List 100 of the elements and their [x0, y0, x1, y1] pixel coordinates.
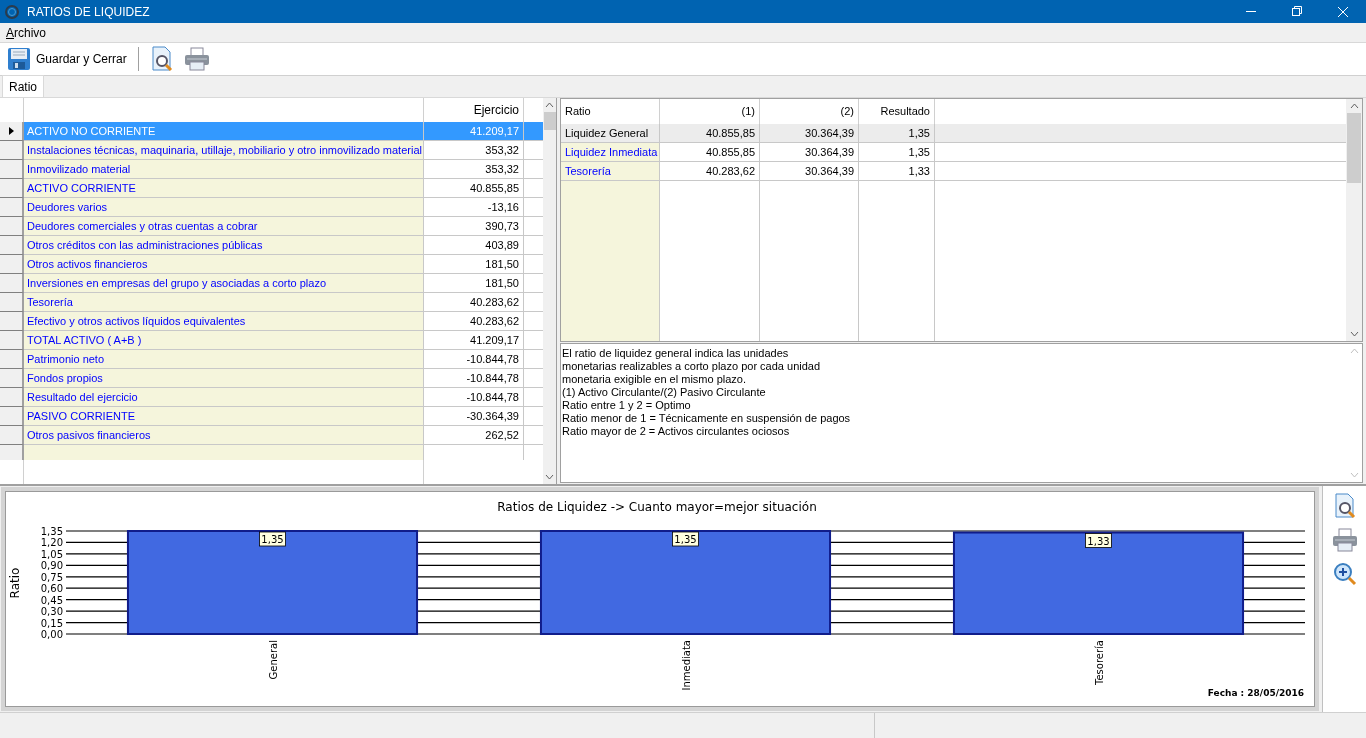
table-row[interactable]: Tesorería 40.283,62 30.364,39 1,33 [561, 162, 1346, 181]
table-cell: 390,73 [424, 217, 524, 236]
description-line: El ratio de liquidez general indica las unidades [562, 347, 790, 360]
tick-label: 1,20 [40, 537, 63, 549]
table-cell-text: Liquidez Inmediata [565, 144, 658, 160]
tick-label: 0,60 [40, 583, 63, 595]
table-cell-text: 40.283,62 [706, 163, 755, 179]
table-cell-text: Liquidez General [565, 125, 649, 141]
table-cell-text: 30.364,39 [805, 125, 854, 141]
description-line: (1) Activo Circulante/(2) Pasivo Circulante [562, 386, 767, 399]
table-cell: ACTIVO CORRIENTE [24, 179, 424, 198]
column-header: Ratio [565, 104, 591, 120]
table-cell: -13,16 [424, 198, 524, 217]
chart-title: Ratios de Liquidez -> Cuanto mayor=mejor situación [497, 500, 817, 514]
table-cell: Inmovilizado material [24, 160, 424, 179]
tick-label: 0,90 [40, 560, 63, 572]
data-label: 1,35 [259, 531, 286, 547]
scrollbar-thumb[interactable] [543, 112, 556, 130]
description-line: monetaria exigible en el mismo plazo. [562, 373, 748, 386]
data-label: 1,35 [672, 531, 699, 547]
table-cell: Efectivo y otros activos líquidos equivalentes [24, 312, 424, 331]
table-cell: 181,50 [424, 255, 524, 274]
app-icon [5, 4, 19, 19]
y-axis-label: Ratio [8, 567, 22, 599]
scrollbar-thumb[interactable] [1347, 113, 1361, 183]
table-cell: 41.209,17 [424, 122, 524, 141]
table-cell: Inversiones en empresas del grupo y asociadas a corto plazo [24, 274, 424, 293]
document-magnifier-icon [1332, 493, 1357, 519]
table-cell: 181,50 [424, 274, 524, 293]
table-cell: Patrimonio neto [24, 350, 424, 369]
column-header: Ejercicio [473, 102, 519, 119]
table-cell: PASIVO CORRIENTE [24, 407, 424, 426]
table-cell: Deudores comerciales y otras cuentas a cobrar [24, 217, 424, 236]
table-cell: 353,32 [424, 141, 524, 160]
tick-label: 0,15 [40, 617, 63, 629]
table-cell: -10.844,78 [424, 388, 524, 407]
category-label: Tesorería [1093, 640, 1105, 685]
data-label: 1,33 [1085, 533, 1112, 548]
table-cell: -10.844,78 [424, 350, 524, 369]
printer-icon [183, 47, 210, 71]
menu-item[interactable]: Archivo [0, 23, 53, 42]
table-cell-text: 1,33 [908, 163, 930, 179]
chart-date: Fecha : 28/05/2016 [1207, 688, 1304, 698]
table-cell: 40.283,62 [424, 293, 524, 312]
table-cell: 403,89 [424, 236, 524, 255]
table-cell: 40.283,62 [424, 312, 524, 331]
table-row[interactable]: Liquidez General 40.855,85 30.364,39 1,35 [561, 124, 1346, 143]
column-header: Resultado [880, 104, 930, 120]
table-cell-text: 40.855,85 [706, 125, 755, 141]
column-header: (2) [840, 104, 854, 120]
table-cell: Resultado del ejercicio [24, 388, 424, 407]
description-line: Ratio entre 1 y 2 = Optimo [562, 399, 692, 412]
row-header[interactable] [0, 122, 24, 141]
tick-label: 0,30 [40, 606, 63, 618]
description-line: Ratio menor de 1 = Técnicamente en suspensión de pagos [562, 412, 852, 425]
table-cell: Instalaciones técnicas, maquinaria, utillaje, mobiliario y otro inmovilizado material [24, 141, 424, 160]
table-cell: Deudores varios [24, 198, 424, 217]
table-cell [524, 122, 543, 141]
table-cell: -30.364,39 [424, 407, 524, 426]
table-row[interactable]: Liquidez Inmediata 40.855,85 30.364,39 1,35 [561, 143, 1346, 162]
table-cell: 40.855,85 [424, 179, 524, 198]
table-cell: Otros activos financieros [24, 255, 424, 274]
row-pointer-icon [8, 127, 14, 135]
description-line: monetarias realizables a corto plazo por cada unidad [562, 360, 822, 373]
table-cell: TOTAL ACTIVO ( A+B ) [24, 331, 424, 350]
table-cell: Fondos propios [24, 369, 424, 388]
description-line: Ratio mayor de 2 = Activos circulantes ociosos [562, 425, 791, 438]
document-magnifier-icon [149, 46, 174, 72]
table-cell: ACTIVO NO CORRIENTE [24, 122, 424, 141]
category-label: Inmediata [680, 640, 692, 691]
tick-label: 0,45 [40, 594, 63, 606]
table-cell: Otros créditos con las administraciones públicas [24, 236, 424, 255]
description-text-area[interactable] [560, 343, 1363, 483]
table-cell: Tesorería [24, 293, 424, 312]
save-close-button[interactable]: Guardar y Cerrar [6, 45, 128, 73]
table-cell: Otros pasivos financieros [24, 426, 424, 445]
print-button[interactable] [1330, 526, 1359, 554]
table-cell: 353,32 [424, 160, 524, 179]
table-cell: 41.209,17 [424, 331, 524, 350]
column-header: (1) [741, 104, 755, 120]
scrollbar[interactable] [543, 98, 556, 484]
tick-label: 1,35 [40, 526, 63, 537]
table-cell: -10.844,78 [424, 369, 524, 388]
printer-icon [1331, 528, 1358, 552]
zoom-in-icon [1332, 562, 1357, 586]
scrollbar[interactable] [1346, 99, 1362, 341]
tab[interactable]: Ratio [2, 75, 44, 97]
table-cell-text: 30.364,39 [805, 163, 854, 179]
table-cell-text: 30.364,39 [805, 144, 854, 160]
print-button[interactable] [182, 45, 211, 73]
table-cell-text: Tesorería [565, 163, 611, 179]
table-cell: 262,52 [424, 426, 524, 445]
table-cell-text: 1,35 [908, 125, 930, 141]
tick-label: 1,05 [40, 548, 63, 560]
table-cell-text: 40.855,85 [706, 144, 755, 160]
tick-label: 0,00 [40, 629, 63, 640]
tick-label: 0,75 [40, 571, 63, 583]
window-title: RATIOS DE LIQUIDEZ [27, 3, 150, 21]
table-cell-text: 1,35 [908, 144, 930, 160]
category-label: General [267, 640, 279, 680]
